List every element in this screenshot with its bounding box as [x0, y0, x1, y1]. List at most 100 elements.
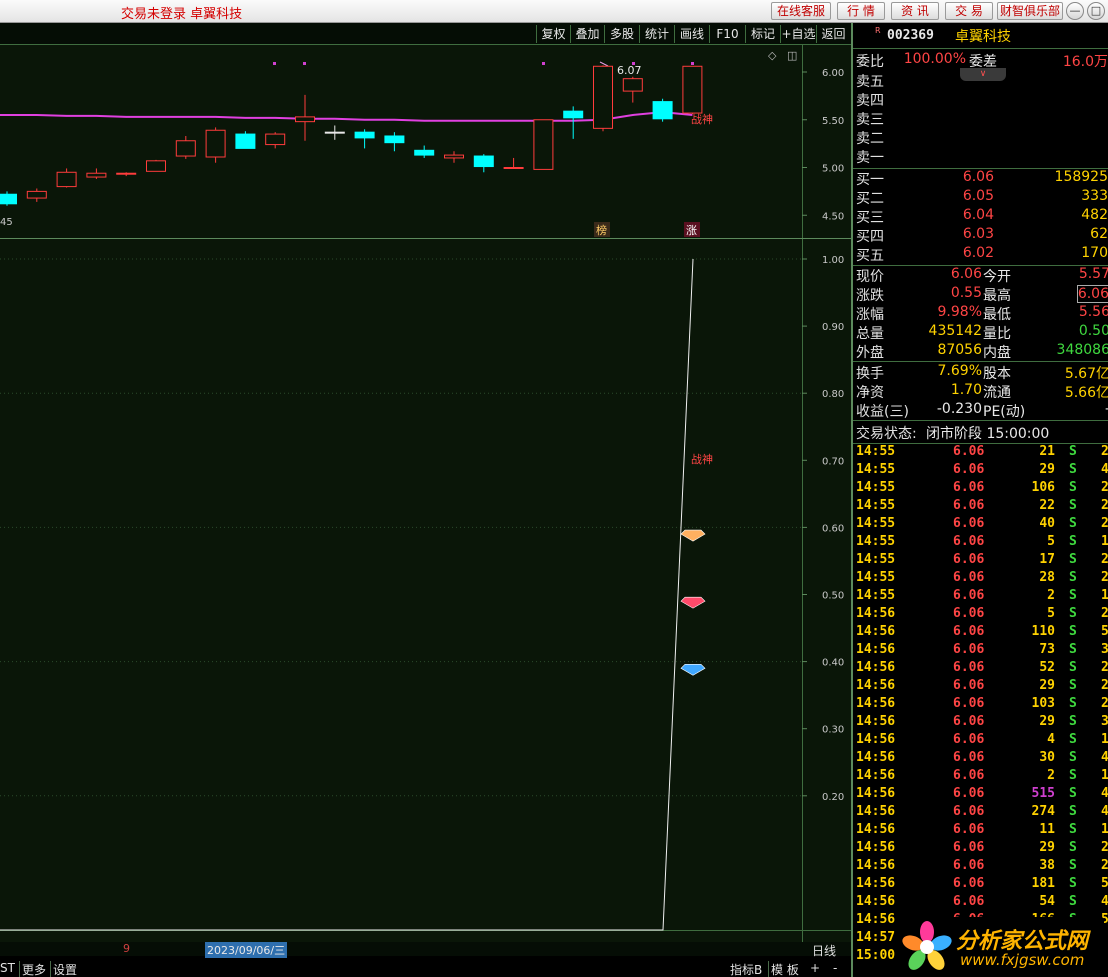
tick-price: 6.06	[953, 822, 985, 837]
tick-row[interactable]: 14:56 6.06 29 S 3	[853, 714, 1108, 732]
chart-area[interactable]: 6.00 5.50 5.00 4.50 1.00 0.90 0.80 0.70 0.60 0.50…	[0, 45, 851, 942]
candle[interactable]	[175, 135, 196, 159]
tick-time: 14:56	[856, 786, 896, 801]
stock-name[interactable]: 卓翼科技	[955, 26, 1011, 46]
candle[interactable]	[295, 94, 315, 141]
tick-row[interactable]: 14:56 6.06 29 S 2	[853, 678, 1108, 696]
tick-count: 2	[1101, 840, 1108, 855]
tick-row[interactable]: 14:56 6.06 11 S 1	[853, 822, 1108, 840]
stock-code[interactable]: 002369	[887, 28, 934, 43]
tick-count: 2	[1101, 660, 1108, 675]
candle[interactable]	[444, 151, 464, 163]
tool-draw-button[interactable]: 画线	[674, 25, 709, 43]
tick-time: 14:55	[856, 588, 896, 603]
tick-side: S	[1069, 588, 1077, 603]
tick-volume: 30	[1039, 750, 1055, 765]
tool-watchlist-button[interactable]: +自选	[780, 25, 816, 43]
tick-row[interactable]: 14:56 6.06 73 S 3	[853, 642, 1108, 660]
candle[interactable]	[652, 98, 673, 122]
app-title: 交易未登录 卓翼科技	[121, 7, 243, 22]
candle[interactable]	[116, 172, 137, 177]
candle[interactable]	[0, 191, 17, 206]
candle[interactable]	[324, 125, 345, 140]
trade-button[interactable]: 交 易	[945, 2, 993, 20]
tool-f10-button[interactable]: F10	[709, 25, 745, 43]
tick-row[interactable]: 14:56 6.06 4S 1	[853, 732, 1108, 750]
candle[interactable]	[26, 188, 47, 202]
tick-row[interactable]: 14:56 6.06 110 S 5	[853, 624, 1108, 642]
minimize-icon[interactable]: —	[1066, 2, 1084, 20]
tick-row[interactable]: 14:56 6.06 181 S 5	[853, 876, 1108, 894]
indicator-b-button[interactable]: 指标B	[730, 961, 762, 977]
candle[interactable]	[56, 168, 77, 188]
tick-time: 14:56	[856, 642, 896, 657]
candle[interactable]	[593, 65, 613, 132]
chart-expand-icon[interactable]: ◫	[787, 49, 797, 62]
candle[interactable]	[503, 157, 524, 169]
restore-icon[interactable]: □	[1087, 2, 1105, 20]
quote-label: 涨跌	[856, 288, 884, 304]
candle[interactable]	[622, 76, 643, 103]
tick-row[interactable]: 14:56 6.06 103 S 2	[853, 696, 1108, 714]
tick-row[interactable]: 14:55 6.06 40 S 2	[853, 516, 1108, 534]
tick-row[interactable]: 14:55 6.06 22 S 2	[853, 498, 1108, 516]
tab-st[interactable]: ST	[0, 961, 15, 975]
tick-time: 14:56	[856, 912, 896, 927]
bottom-tabs: ST 更多 设置 指标B 模 板 + -	[0, 959, 851, 977]
chart-svg[interactable]: 6.00 5.50 5.00 4.50 1.00 0.90 0.80 0.70 0.60 0.50…	[0, 45, 851, 942]
candle[interactable]	[682, 65, 703, 115]
tick-row[interactable]: 14:56 6.06 30 S 4	[853, 750, 1108, 768]
quote-label: 外盘	[856, 345, 884, 361]
tick-row[interactable]: 14:55 6.06 28 S 2	[853, 570, 1108, 588]
tick-row[interactable]: 14:55 6.06 29 S 4	[853, 462, 1108, 480]
market-button[interactable]: 行 情	[837, 2, 885, 20]
tick-row[interactable]: 14:56 6.06 38 S 2	[853, 858, 1108, 876]
tool-overlay-button[interactable]: 叠加	[570, 25, 604, 43]
zoom-in-button[interactable]: +	[810, 961, 820, 975]
tick-row[interactable]: 14:55 6.06 5S 1	[853, 534, 1108, 552]
tick-row[interactable]: 14:56 6.06 29 S 2	[853, 840, 1108, 858]
tool-stats-button[interactable]: 统计	[639, 25, 674, 43]
tool-adjust-button[interactable]: 复权	[536, 25, 570, 43]
tick-time: 15:00	[856, 948, 896, 963]
candle[interactable]	[414, 145, 435, 158]
tick-price: 6.06	[953, 606, 985, 621]
candle[interactable]	[146, 159, 166, 172]
tab-settings[interactable]: 设置	[50, 961, 77, 977]
online-service-button[interactable]: 在线客服	[771, 2, 831, 20]
tick-row[interactable]: 14:55 6.06 2S 1	[853, 588, 1108, 606]
candle[interactable]	[235, 131, 256, 149]
tick-row[interactable]: 14:56 6.06 515 S 4	[853, 786, 1108, 804]
candle[interactable]	[384, 132, 405, 152]
news-button[interactable]: 资 讯	[891, 2, 939, 20]
candle[interactable]	[563, 106, 584, 139]
club-button[interactable]: 财智俱乐部	[997, 2, 1063, 20]
tick-row[interactable]: 14:55 6.06 21 S 2	[853, 444, 1108, 462]
chart-toggle-icon[interactable]: ◇	[768, 49, 777, 62]
zoom-out-button[interactable]: -	[833, 961, 837, 975]
tool-back-button[interactable]: 返回	[816, 25, 850, 43]
tick-row[interactable]: 14:56 6.06 274 S 4	[853, 804, 1108, 822]
tick-row[interactable]: 14:56 6.06 52 S 2	[853, 660, 1108, 678]
tool-mark-button[interactable]: 标记	[745, 25, 780, 43]
tick-row[interactable]: 14:55 6.06 106 S 2	[853, 480, 1108, 498]
quote-label-2: 内盘	[983, 345, 1011, 361]
candle[interactable]	[354, 129, 375, 149]
tick-time: 14:56	[856, 750, 896, 765]
tool-multi-button[interactable]: 多股	[604, 25, 639, 43]
candle[interactable]	[86, 168, 107, 179]
candle[interactable]	[473, 154, 494, 173]
tick-row[interactable]: 14:56 6.06 5S 2	[853, 606, 1108, 624]
tick-time: 14:56	[856, 714, 896, 729]
period-label[interactable]: 日线	[812, 942, 836, 959]
tab-more[interactable]: 更多	[19, 961, 46, 977]
candle[interactable]	[265, 132, 286, 149]
tick-row[interactable]: 14:56 6.06 2S 1	[853, 768, 1108, 786]
quote-label-2: 最低	[983, 307, 1011, 323]
tick-count: 4	[1101, 786, 1108, 801]
tick-row[interactable]: 14:56 6.06 54 S 4	[853, 894, 1108, 912]
candle[interactable]	[533, 119, 554, 170]
tick-row[interactable]: 14:55 6.06 17 S 2	[853, 552, 1108, 570]
candle[interactable]	[205, 127, 226, 163]
template-button[interactable]: 模 板	[768, 961, 799, 977]
